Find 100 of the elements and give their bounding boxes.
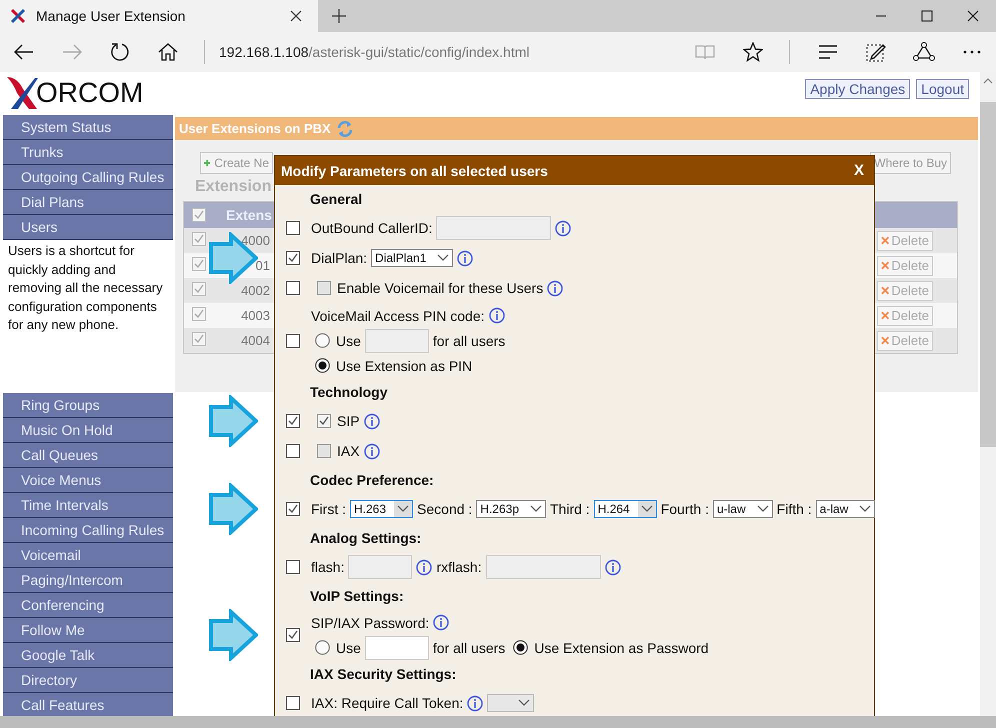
sidebar-item[interactable]: Directory (3, 668, 173, 693)
dialog-title: Modify Parameters on all selected users (281, 162, 548, 178)
site-icon (10, 8, 26, 24)
sidebar-item[interactable]: Music On Hold (3, 418, 173, 443)
close-icon[interactable] (290, 10, 302, 22)
radio-label[interactable]: Use (336, 332, 361, 348)
sidebar-item[interactable]: Outgoing Calling Rules (3, 165, 173, 190)
x-icon (881, 311, 890, 320)
field-label: for all users (432, 332, 506, 348)
checkbox-label[interactable]: IAX (337, 443, 360, 459)
checkbox[interactable] (286, 221, 300, 235)
field-label: IAX: Require Call Token: (311, 695, 464, 711)
select-dropdown[interactable]: H.263p (476, 500, 546, 518)
checkbox[interactable] (286, 281, 300, 295)
checkbox[interactable] (286, 502, 300, 516)
section-heading: Extension (195, 178, 272, 197)
new-tab-icon[interactable] (332, 9, 346, 23)
radio-button[interactable] (315, 333, 330, 348)
header-button[interactable]: Logout (916, 79, 969, 99)
plus-icon (204, 158, 210, 168)
delete-button[interactable]: Delete (877, 330, 933, 350)
delete-button[interactable]: Delete (877, 230, 933, 250)
sidebar-item[interactable]: Google Talk (3, 643, 173, 668)
checkbox[interactable] (192, 232, 206, 246)
x-icon (881, 261, 890, 270)
browser-tab[interactable]: Manage User Extension (0, 0, 318, 32)
sidebar-item[interactable]: Users (3, 215, 173, 240)
close-button[interactable]: X (854, 162, 864, 179)
info-icon[interactable] (416, 558, 432, 576)
checkbox[interactable] (192, 282, 206, 296)
delete-button[interactable]: Delete (877, 256, 933, 276)
table-cell: 4000 (241, 233, 270, 248)
checkbox[interactable] (317, 281, 331, 295)
checkbox[interactable] (286, 251, 300, 265)
scroll-up-icon[interactable] (983, 78, 993, 84)
checkbox-label[interactable]: SIP (337, 413, 360, 429)
delete-button[interactable]: Delete (877, 280, 933, 300)
checkbox[interactable] (286, 696, 300, 710)
info-icon[interactable] (547, 280, 564, 296)
select-dropdown[interactable]: H.264 (594, 500, 657, 518)
info-icon[interactable] (364, 412, 380, 430)
radio-label[interactable]: Use Extension as Password (534, 640, 709, 656)
x-icon (881, 236, 890, 245)
info-icon[interactable] (457, 250, 474, 266)
field-label: VoiceMail Access PIN code: (311, 308, 485, 324)
checkbox-label[interactable]: Enable Voicemail for these Users (337, 280, 544, 296)
sidebar-item[interactable]: Call Queues (3, 443, 173, 468)
info-icon[interactable] (433, 614, 450, 631)
scrollbar[interactable] (980, 72, 996, 716)
info-icon[interactable] (364, 442, 380, 460)
sidebar-item[interactable]: Ring Groups (3, 393, 173, 418)
select-dropdown[interactable]: DialPlan1 (371, 249, 454, 267)
info-icon[interactable] (467, 694, 484, 712)
field-label: Third : (550, 501, 590, 517)
caret-icon (640, 505, 653, 513)
sidebar-item[interactable]: Dial Plans (3, 190, 173, 215)
sidebar-item[interactable]: Voice Menus (3, 468, 173, 493)
address-bar[interactable]: 192.168.1.108/asterisk-gui/static/config/index.html (219, 44, 530, 60)
select-dropdown[interactable]: u-law (712, 500, 773, 518)
info-icon[interactable] (604, 558, 621, 576)
checkbox[interactable] (286, 334, 300, 348)
info-icon[interactable] (555, 220, 572, 236)
radio-label[interactable]: Use Extension as PIN (336, 358, 472, 374)
header-button[interactable]: Apply Changes (805, 79, 910, 99)
checkbox[interactable] (286, 414, 300, 428)
select-dropdown[interactable]: H.263 (350, 500, 414, 518)
sidebar-item[interactable]: Follow Me (3, 618, 173, 643)
sidebar-item[interactable]: Time Intervals (3, 493, 173, 518)
where-to-buy-button[interactable]: Where to Buy (870, 152, 951, 174)
radio-label[interactable]: Use (336, 640, 361, 656)
sidebar-item[interactable]: Trunks (3, 140, 173, 165)
sidebar-item[interactable]: System Status (3, 115, 173, 140)
checkbox[interactable] (286, 444, 300, 458)
sidebar-item[interactable]: Incoming Calling Rules (3, 518, 173, 543)
radio-button[interactable] (315, 358, 330, 373)
field-label: Fourth : (660, 501, 709, 517)
radio-button[interactable] (513, 640, 528, 655)
field-label: SIP/IAX Password: (311, 614, 430, 630)
checkbox[interactable] (192, 307, 206, 321)
checkbox[interactable] (192, 208, 206, 222)
delete-button[interactable]: Delete (877, 306, 933, 326)
checkbox[interactable] (192, 332, 206, 346)
table-cell: 01 (256, 258, 270, 273)
checkbox[interactable] (317, 414, 331, 428)
checkbox[interactable] (286, 560, 300, 574)
checkbox[interactable] (286, 628, 300, 642)
text-field[interactable] (364, 636, 429, 660)
checkbox[interactable] (317, 444, 331, 458)
checkbox[interactable] (192, 257, 206, 271)
info-icon[interactable] (488, 307, 505, 324)
field-label: OutBound CallerID: (311, 220, 432, 236)
sidebar-item[interactable]: Conferencing (3, 593, 173, 618)
create-button[interactable]: Create Ne (200, 152, 273, 174)
sidebar-item[interactable]: Paging/Intercom (3, 568, 173, 593)
sidebar-item[interactable]: Call Features (3, 693, 173, 718)
radio-button[interactable] (315, 640, 330, 655)
select-dropdown[interactable]: a-law (816, 500, 876, 518)
sidebar-item[interactable]: Voicemail (3, 543, 173, 568)
scrollbar[interactable] (0, 716, 996, 728)
logo-icon (5, 75, 39, 111)
